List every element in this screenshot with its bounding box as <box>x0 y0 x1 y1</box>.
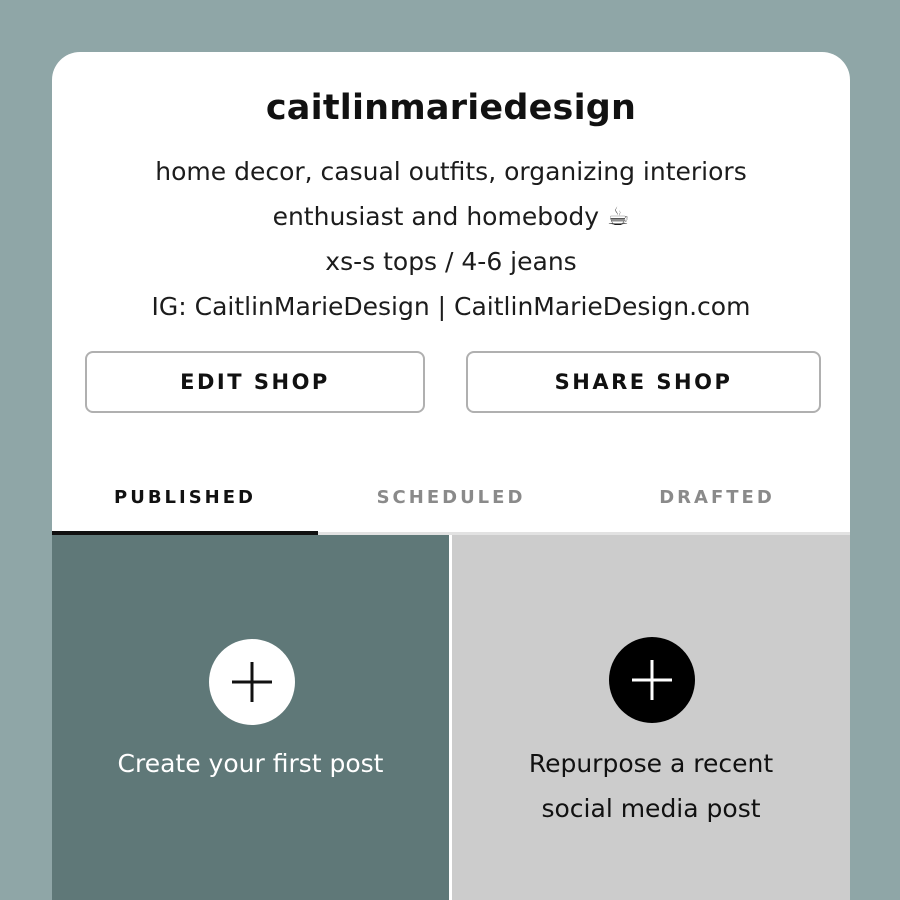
create-post-label: Create your first post <box>117 749 384 778</box>
bio-line: home decor, casual outfits, organizing i… <box>155 157 747 186</box>
plus-icon[interactable] <box>609 637 695 723</box>
profile-bio: home decor, casual outfits, organizing i… <box>52 149 850 329</box>
repurpose-post-label: Repurpose a recent social media post <box>452 741 850 831</box>
bio-line: xs-s tops / 4-6 jeans <box>325 247 577 276</box>
tab-published[interactable]: PUBLISHED <box>52 462 318 532</box>
create-post-tile[interactable]: Create your first post <box>52 535 449 900</box>
repurpose-label-line: social media post <box>541 794 761 823</box>
share-shop-button[interactable]: SHARE SHOP <box>466 351 821 413</box>
repurpose-label-line: Repurpose a recent <box>528 749 774 778</box>
bio-line: IG: CaitlinMarieDesign | CaitlinMarieDes… <box>151 292 751 321</box>
post-tabs: PUBLISHED SCHEDULED DRAFTED <box>52 462 850 532</box>
edit-shop-button[interactable]: EDIT SHOP <box>85 351 425 413</box>
tab-drafted[interactable]: DRAFTED <box>584 462 850 532</box>
tab-scheduled[interactable]: SCHEDULED <box>318 462 584 532</box>
repurpose-post-tile[interactable]: Repurpose a recent social media post <box>452 535 850 900</box>
bio-line: enthusiast and homebody ☕ <box>272 202 630 231</box>
plus-icon[interactable] <box>209 639 295 725</box>
shop-profile-card: caitlinmariedesign home decor, casual ou… <box>52 52 850 900</box>
profile-username: caitlinmariedesign <box>265 88 637 128</box>
